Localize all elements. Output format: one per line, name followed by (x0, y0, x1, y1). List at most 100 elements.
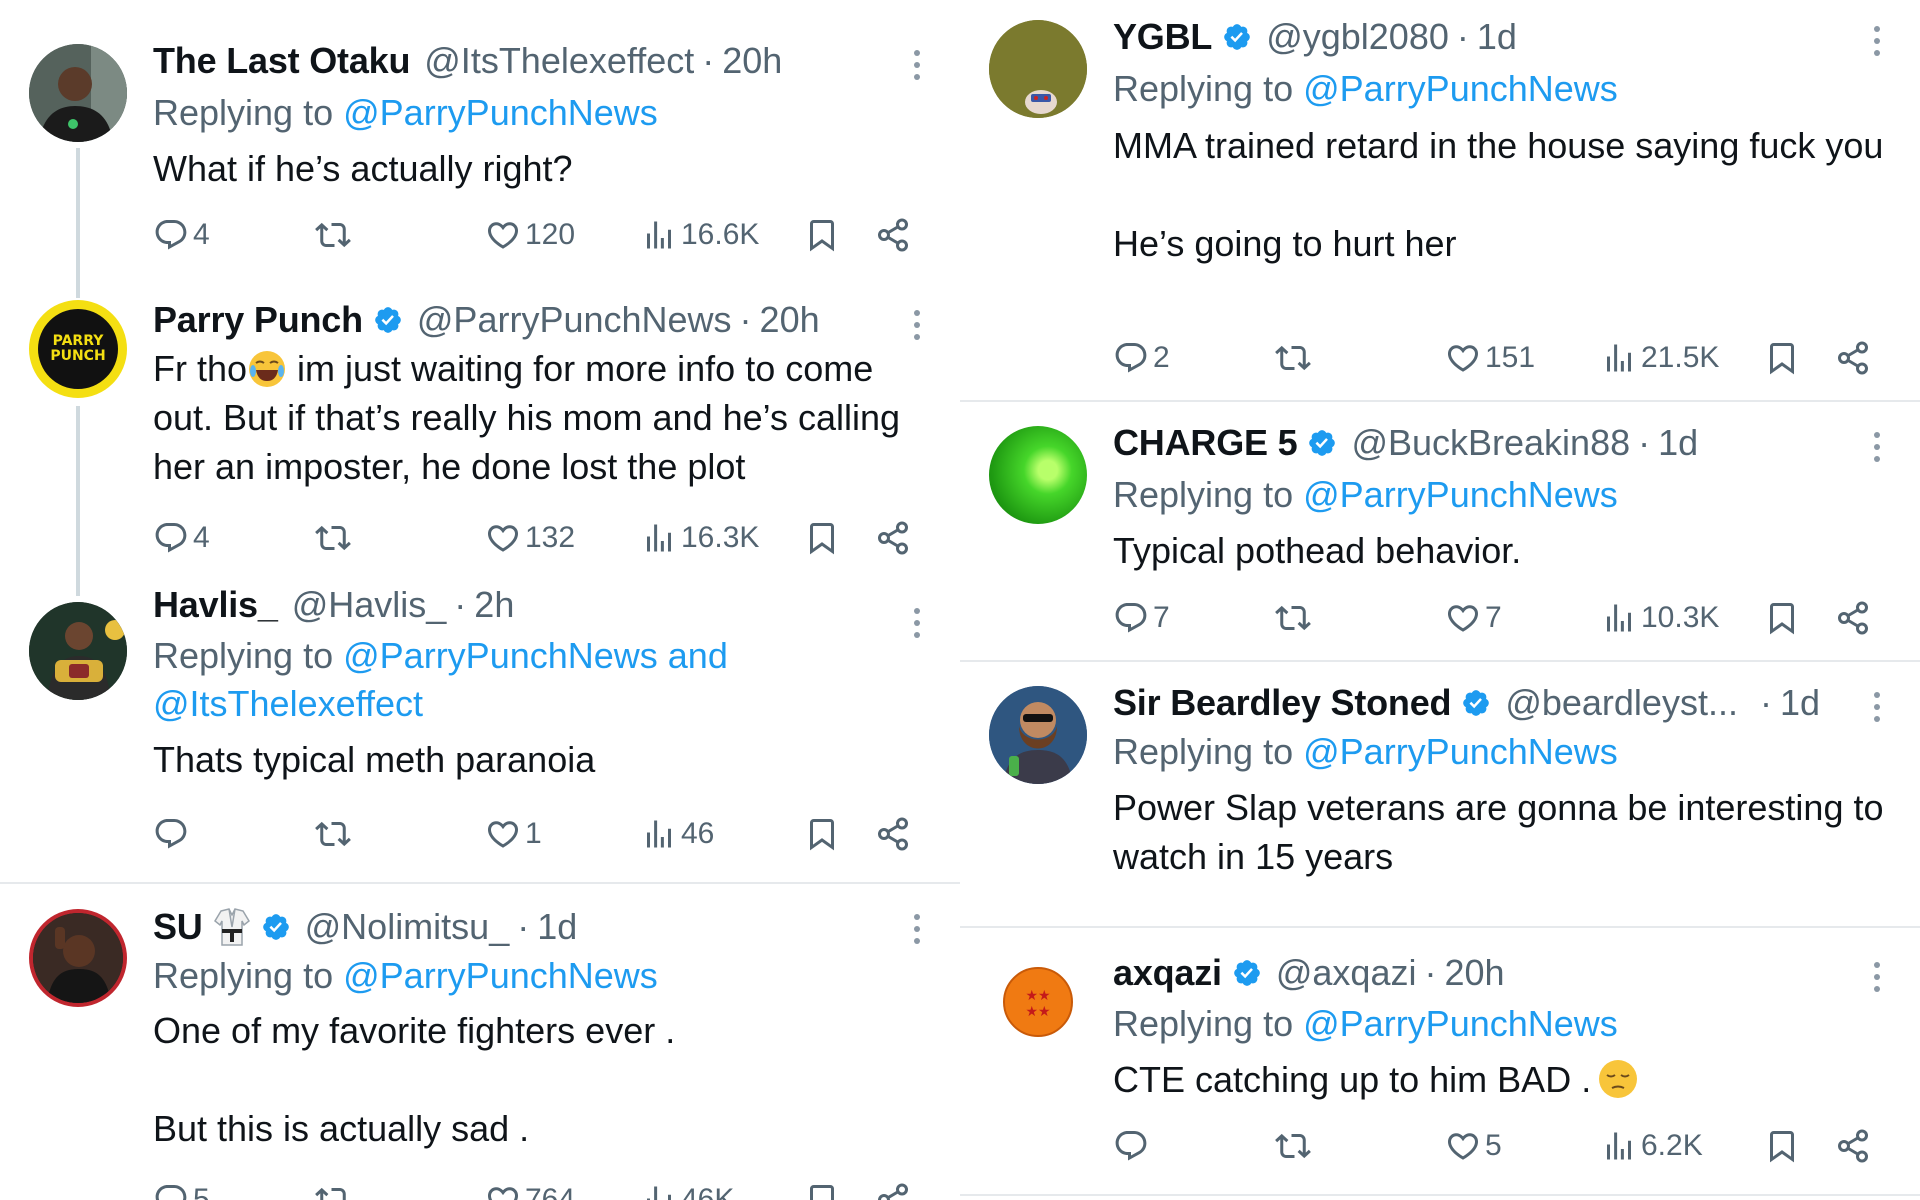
post[interactable]: YGBL @ygbl2080 · 1d Replying to @ParryPu… (960, 0, 1920, 400)
more-options-icon[interactable] (1874, 432, 1880, 462)
reply-button[interactable] (153, 812, 193, 856)
more-options-icon[interactable] (1874, 962, 1880, 992)
avatar[interactable] (989, 686, 1087, 784)
avatar[interactable] (29, 602, 127, 700)
post[interactable]: PARRY PUNCH Parry Punch @ParryPunchNews … (0, 270, 960, 570)
views-button[interactable]: 46K (641, 1178, 734, 1200)
separator-dot: · (1759, 682, 1772, 723)
user-handle[interactable]: @beardleyst... (1505, 682, 1738, 724)
user-handle[interactable]: @axqazi (1276, 952, 1417, 994)
mention-link[interactable]: @ParryPunchNews (1303, 68, 1618, 109)
user-handle[interactable]: @ItsThelexeffect (424, 40, 694, 82)
repost-button[interactable] (1275, 336, 1311, 380)
bookmark-button[interactable] (1764, 336, 1800, 380)
user-handle[interactable]: @Nolimitsu_ (305, 906, 510, 948)
bookmark-button[interactable] (804, 812, 840, 856)
mention-link[interactable]: @ParryPunchNews (343, 955, 658, 996)
display-name[interactable]: axqazi (1113, 952, 1222, 994)
like-button[interactable]: 132 (485, 516, 575, 560)
user-handle[interactable]: @BuckBreakin88 (1351, 422, 1630, 464)
mention-link[interactable]: @ParryPunchNews (1303, 474, 1618, 515)
repost-button[interactable] (1275, 596, 1311, 640)
post[interactable]: Havlis_ @Havlis_ · 2h Replying to @Parry… (0, 570, 960, 882)
views-button[interactable]: 10.3K (1601, 596, 1719, 640)
post-time[interactable]: 20h (760, 299, 820, 341)
views-button[interactable]: 16.6K (641, 213, 759, 257)
reply-button[interactable]: 5 (153, 1178, 210, 1200)
post-time[interactable]: 20h (722, 40, 782, 82)
reply-button[interactable]: 4 (153, 516, 210, 560)
more-options-icon[interactable] (914, 50, 920, 80)
more-options-icon[interactable] (914, 310, 920, 340)
post-time[interactable]: 1d (537, 906, 577, 948)
views-button[interactable]: 21.5K (1601, 336, 1719, 380)
avatar[interactable]: PARRY PUNCH (29, 300, 127, 398)
post-time[interactable]: 1d (1658, 422, 1698, 464)
bookmark-button[interactable] (804, 1178, 840, 1200)
more-options-icon[interactable] (1874, 692, 1880, 722)
share-button[interactable] (1835, 336, 1871, 380)
share-button[interactable] (875, 812, 911, 856)
share-button[interactable] (875, 1178, 911, 1200)
user-handle[interactable]: @ygbl2080 (1266, 16, 1449, 58)
avatar[interactable] (989, 426, 1087, 524)
mention-link[interactable]: @ParryPunchNews (1303, 1003, 1618, 1044)
more-options-icon[interactable] (914, 914, 920, 944)
mention-link[interactable]: @ItsThelexeffect (153, 683, 423, 724)
views-button[interactable]: 6.2K (1601, 1124, 1703, 1168)
display-name[interactable]: SU (153, 906, 203, 948)
post[interactable]: Sir Beardley Stoned @beardleyst... · 1d … (960, 662, 1920, 926)
repost-button[interactable] (1275, 1124, 1311, 1168)
post-time[interactable]: 20h (1444, 952, 1504, 994)
repost-button[interactable] (315, 213, 351, 257)
user-handle[interactable]: @Havlis_ (292, 584, 447, 626)
like-button[interactable]: 7 (1445, 596, 1502, 640)
post[interactable]: The Last Otaku @ItsThelexeffect · 20h Re… (0, 0, 960, 270)
avatar[interactable]: ★★ ★★ (989, 953, 1087, 1051)
repost-button[interactable] (315, 812, 351, 856)
repost-button[interactable] (315, 1178, 351, 1200)
avatar[interactable] (989, 20, 1087, 118)
share-button[interactable] (875, 516, 911, 560)
user-handle[interactable]: @ParryPunchNews (417, 299, 732, 341)
like-button[interactable]: 764 (485, 1178, 575, 1200)
post-time[interactable]: 2h (474, 584, 514, 626)
views-icon (641, 1182, 677, 1200)
display-name[interactable]: The Last Otaku (153, 40, 410, 82)
bookmark-button[interactable] (1764, 1124, 1800, 1168)
display-name[interactable]: Parry Punch (153, 299, 363, 341)
views-button[interactable]: 46 (641, 812, 714, 856)
bookmark-button[interactable] (804, 213, 840, 257)
post[interactable]: ★★ ★★ axqazi @axqazi · 20h Replying to @P… (960, 928, 1920, 1196)
like-button[interactable]: 5 (1445, 1124, 1502, 1168)
mention-link[interactable]: @ParryPunchNews and (343, 635, 728, 676)
like-count: 5 (1485, 1129, 1502, 1162)
bookmark-button[interactable] (1764, 596, 1800, 640)
more-options-icon[interactable] (1874, 26, 1880, 56)
post-time[interactable]: 1d (1477, 16, 1517, 58)
like-button[interactable]: 151 (1445, 336, 1535, 380)
post-time[interactable]: 1d (1780, 682, 1820, 724)
display-name[interactable]: YGBL (1113, 16, 1212, 58)
mention-link[interactable]: @ParryPunchNews (343, 92, 658, 133)
reply-button[interactable]: 4 (153, 213, 210, 257)
reply-button[interactable]: 2 (1113, 336, 1170, 380)
like-button[interactable]: 1 (485, 812, 542, 856)
post[interactable]: SU @Nolimitsu_ · 1d Replying to @ParryPu… (0, 884, 960, 1200)
bookmark-button[interactable] (804, 516, 840, 560)
like-button[interactable]: 120 (485, 213, 575, 257)
avatar[interactable] (29, 909, 127, 1007)
avatar[interactable] (29, 44, 127, 142)
display-name[interactable]: CHARGE 5 (1113, 422, 1298, 464)
repost-button[interactable] (315, 516, 351, 560)
views-button[interactable]: 16.3K (641, 516, 759, 560)
share-button[interactable] (1835, 1124, 1871, 1168)
share-button[interactable] (1835, 596, 1871, 640)
display-name[interactable]: Havlis_ (153, 584, 278, 626)
display-name[interactable]: Sir Beardley Stoned (1113, 682, 1452, 724)
post[interactable]: CHARGE 5 @BuckBreakin88 · 1d Replying to… (960, 402, 1920, 660)
mention-link[interactable]: @ParryPunchNews (1303, 731, 1618, 772)
share-button[interactable] (875, 213, 911, 257)
reply-button[interactable]: 7 (1113, 596, 1170, 640)
reply-button[interactable] (1113, 1124, 1153, 1168)
